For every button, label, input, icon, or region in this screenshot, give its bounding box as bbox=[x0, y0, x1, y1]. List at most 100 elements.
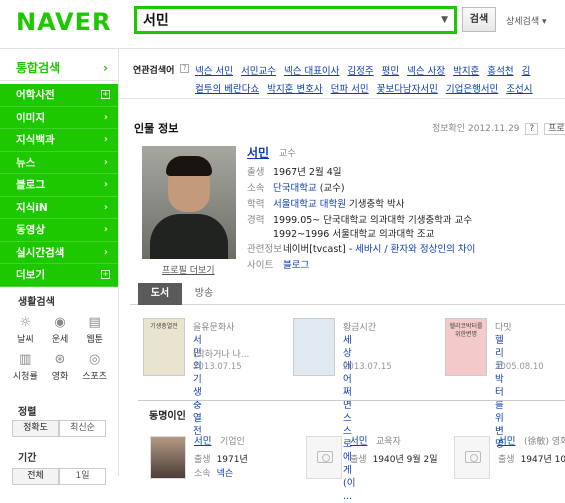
info-key: 소속 bbox=[247, 183, 265, 194]
book-subtitle: (착하거나 나... bbox=[193, 350, 250, 360]
related-keyword-link[interactable]: 던파 서민 bbox=[331, 84, 369, 95]
related-keyword-link[interactable]: 김 bbox=[522, 66, 531, 77]
related-keyword-link[interactable]: 넥슨 사장 bbox=[407, 66, 445, 77]
namesake-job: 기업인 bbox=[220, 437, 245, 447]
namesake-job: 교육자 bbox=[376, 437, 401, 447]
sidebar-item-7[interactable]: 실시간검색 › bbox=[0, 241, 118, 264]
info-link[interactable]: 단국대학교 bbox=[273, 183, 317, 194]
book-cover[interactable]: 헬리코박터를위한변명 bbox=[445, 318, 487, 376]
tab-broadcast[interactable]: 방송 bbox=[182, 283, 226, 305]
related-row-1: 넥슨 서민 서민교수 넥슨 대표이사 김정주 평민 넥슨 사장 박지훈 홍석천 김 bbox=[195, 63, 538, 77]
related-keyword-link[interactable]: 박지훈 bbox=[453, 66, 479, 77]
sidebar-item-6[interactable]: 동영상 › bbox=[0, 219, 118, 242]
webtoon-icon: ▤ bbox=[88, 315, 101, 330]
info-link[interactable]: 넥슨 bbox=[217, 469, 234, 479]
life-item[interactable]: ⊛ 영화 bbox=[43, 351, 78, 382]
related-keyword-link[interactable]: 넥슨 서민 bbox=[195, 66, 233, 77]
person-name-link[interactable]: 서민 bbox=[247, 144, 269, 161]
related-keyword-link[interactable]: 평민 bbox=[382, 66, 399, 77]
info-key: 학력 bbox=[247, 199, 265, 210]
detail-search-link[interactable]: 상세검색 ▾ bbox=[506, 14, 547, 27]
life-item[interactable]: ☼ 날씨 bbox=[8, 314, 43, 345]
sidebar-item-3[interactable]: 뉴스 › bbox=[0, 151, 118, 174]
sort-accuracy-button[interactable]: 정확도 bbox=[12, 420, 59, 437]
info-link[interactable]: 서울대학교 대학원 bbox=[273, 199, 346, 210]
sidebar-item-label: 뉴스 bbox=[16, 156, 36, 169]
related-keyword-link[interactable]: 꽃보다남자서민 bbox=[377, 84, 438, 95]
help-icon[interactable]: ? bbox=[525, 123, 539, 135]
sidebar-item-8[interactable]: 더보기 + bbox=[0, 264, 118, 287]
life-item[interactable]: ▥ 시청률 bbox=[8, 351, 43, 382]
info-link[interactable]: 세바시 / 환자와 정상인의 차이 bbox=[355, 244, 475, 255]
related-keyword-link[interactable]: 박지훈 변호사 bbox=[267, 84, 322, 95]
related-keywords: 연관검색어 ? 넥슨 서민 서민교수 넥슨 대표이사 김정주 평민 넥슨 사장 박지훈 홍석천… bbox=[119, 57, 565, 99]
sidebar-item-label: 지식백과 bbox=[16, 134, 55, 146]
book-publisher: 을유문화사 bbox=[193, 323, 235, 333]
namesake-title: 동명이인 bbox=[149, 411, 186, 422]
person-photo[interactable] bbox=[142, 146, 236, 259]
life-row: ☼ 날씨 ◉ 운세 ▤ 웹툰 bbox=[8, 314, 112, 345]
search-box[interactable]: ▼ bbox=[134, 6, 457, 34]
person-info-row: 소속 단국대학교 (교수) bbox=[247, 180, 345, 194]
sidebar-item-2[interactable]: 지식백과 › bbox=[0, 129, 118, 152]
life-item[interactable]: ◎ 스포츠 bbox=[77, 351, 112, 382]
period-options: 전체 1일 bbox=[12, 468, 106, 485]
life-item-label: 영화 bbox=[51, 372, 69, 382]
related-keyword-link[interactable]: 컬투의 베란다쇼 bbox=[195, 84, 259, 95]
sidebar-item-5[interactable]: 지식iN › bbox=[0, 196, 118, 219]
tab-books[interactable]: 도서 bbox=[138, 283, 182, 305]
namesake-photo[interactable] bbox=[150, 436, 186, 479]
sort-options: 정확도 최신순 bbox=[12, 420, 106, 437]
camera-icon bbox=[465, 451, 481, 463]
related-keyword-link[interactable]: 김정주 bbox=[347, 66, 373, 77]
related-keyword-link[interactable]: 홍석천 bbox=[487, 66, 513, 77]
person-info-row: 사이트 블로그 bbox=[247, 257, 309, 271]
related-keyword-link[interactable]: 넥슨 대표이사 bbox=[284, 66, 339, 77]
search-button[interactable]: 검색 bbox=[462, 7, 496, 32]
book-date: 2013.07.15 bbox=[343, 362, 392, 372]
period-all-button[interactable]: 전체 bbox=[12, 468, 59, 485]
search-input[interactable] bbox=[143, 11, 433, 29]
photo-hair bbox=[166, 156, 212, 176]
namesake-name-link[interactable]: 서민 bbox=[194, 433, 211, 447]
profile-more-link[interactable]: 프로필 더보기 bbox=[162, 263, 215, 276]
info-confirm-link[interactable]: 정보확인 bbox=[432, 124, 465, 134]
info-key: 경력 bbox=[247, 215, 265, 226]
book-date: 2013.07.15 bbox=[193, 362, 242, 372]
info-value: 기생충학 박사 bbox=[345, 199, 405, 210]
info-value: (교수) bbox=[316, 183, 345, 194]
info-value: 1940년 9월 2일 bbox=[372, 455, 438, 465]
chevron-right-icon: › bbox=[103, 179, 108, 190]
related-keyword-link[interactable]: 조선시 bbox=[506, 84, 532, 95]
period-1day-button[interactable]: 1일 bbox=[59, 468, 106, 485]
period-title: 기간 bbox=[18, 453, 37, 464]
person-role: 교수 bbox=[279, 149, 296, 159]
profile-button[interactable]: 프로필 bbox=[544, 123, 565, 135]
book-publisher: 황금시간 bbox=[343, 323, 377, 333]
sidebar-item-0[interactable]: 어학사전 + bbox=[0, 84, 118, 107]
info-key: 사이트 bbox=[247, 260, 274, 271]
sidebar-integrated-search[interactable]: 통합검색 › bbox=[0, 57, 118, 81]
info-link[interactable]: 블로그 bbox=[283, 260, 309, 271]
sidebar-integrated-label: 통합검색 bbox=[16, 61, 61, 75]
info-key: 출생 bbox=[350, 455, 367, 465]
namesake-name-link[interactable]: 서민 bbox=[498, 433, 515, 447]
help-icon[interactable]: ? bbox=[180, 64, 189, 73]
related-keyword-link[interactable]: 서민교수 bbox=[241, 66, 276, 77]
namesake-photo[interactable] bbox=[306, 436, 342, 479]
sidebar-item-1[interactable]: 이미지 › bbox=[0, 106, 118, 129]
sort-latest-button[interactable]: 최신순 bbox=[59, 420, 106, 437]
related-keyword-link[interactable]: 기업은행서민 bbox=[446, 84, 498, 95]
book-cover[interactable] bbox=[293, 318, 335, 376]
sidebar-item-4[interactable]: 블로그 › bbox=[0, 174, 118, 197]
naver-logo[interactable]: NAVER bbox=[16, 8, 111, 36]
life-item-label: 웹툰 bbox=[86, 335, 103, 345]
life-item[interactable]: ◉ 운세 bbox=[43, 314, 78, 345]
namesake-photo[interactable] bbox=[454, 436, 490, 479]
info-value: 1999.05~ 단국대학교 의과대학 기생충학과 교수 bbox=[273, 215, 473, 226]
autocomplete-arrow-icon[interactable]: ▼ bbox=[441, 15, 448, 25]
related-keywords-label: 연관검색어 bbox=[133, 66, 175, 76]
namesake-name-link[interactable]: 서민 bbox=[350, 433, 367, 447]
life-item[interactable]: ▤ 웹툰 bbox=[77, 314, 112, 345]
book-cover[interactable]: 기생충열전 bbox=[143, 318, 185, 376]
